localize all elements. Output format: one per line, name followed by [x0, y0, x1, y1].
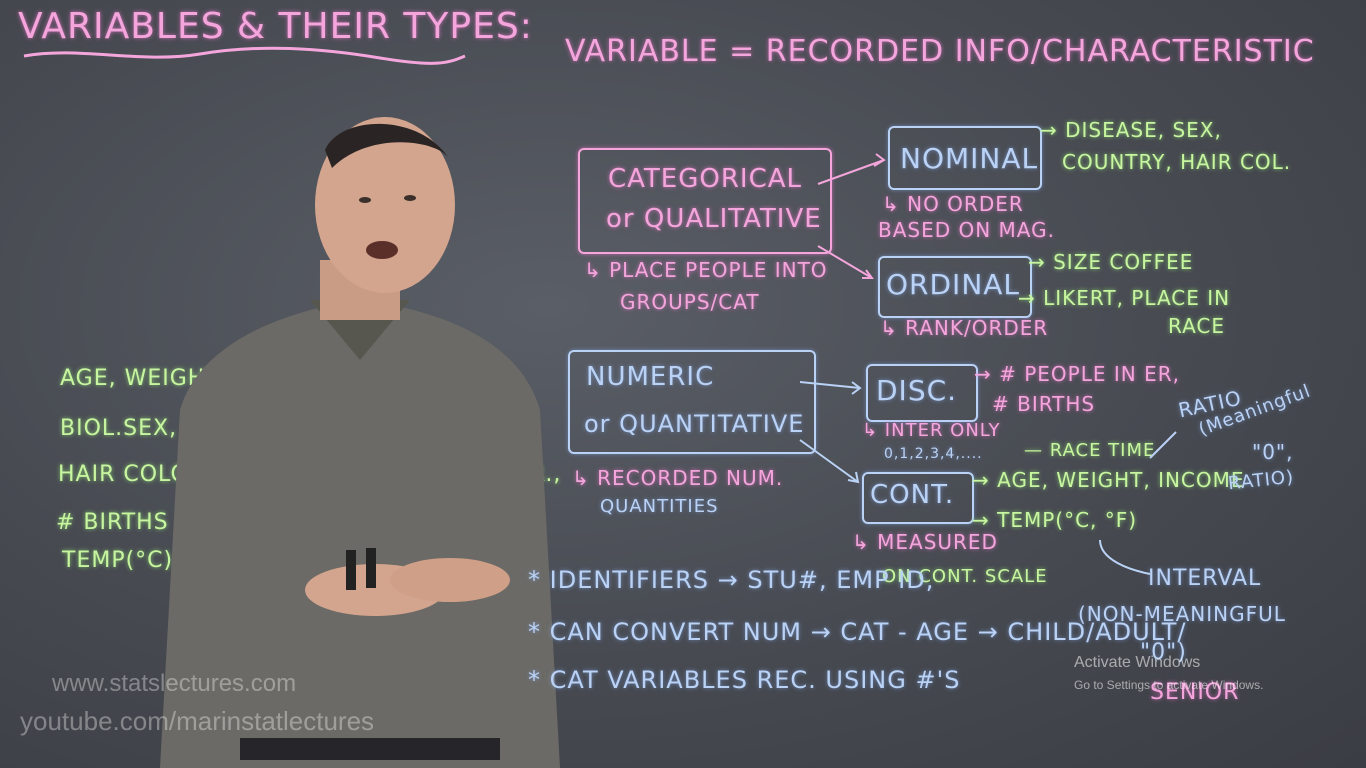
activate-windows-title: Activate Windows: [1074, 654, 1201, 671]
note-convert: * CAN CONVERT NUM → CAT - AGE → CHILD/AD…: [528, 618, 1187, 646]
lightboard: VARIABLES & THEIR TYPES: VARIABLE = RECO…: [0, 0, 1366, 768]
note-identifiers: * IDENTIFIERS → STU#, EMP ID,: [528, 566, 935, 594]
website-watermark: www.statslectures.com: [52, 670, 297, 697]
note-cat-variables: * CAT VARIABLES REC. USING #'S: [528, 666, 961, 694]
activate-windows-subtitle: Go to Settings to activate Windows.: [1074, 678, 1264, 692]
youtube-watermark: youtube.com/marinstatlectures: [20, 706, 375, 736]
